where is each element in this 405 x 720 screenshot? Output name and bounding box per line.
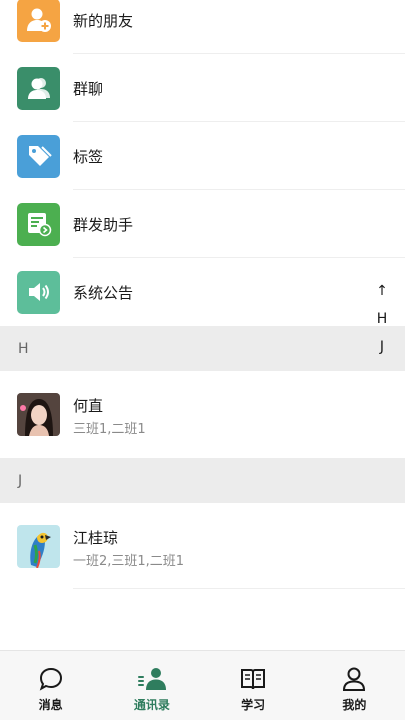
section-letter: H [18, 340, 29, 357]
section-header-j: J [0, 458, 405, 503]
tab-me[interactable]: 我的 [304, 651, 405, 720]
tab-label: 通讯录 [133, 698, 170, 712]
contact-classes: 一班2,三班1,二班1 [73, 554, 185, 569]
section-letter: J [18, 472, 23, 489]
add-friend-icon [17, 0, 60, 42]
announcement-row[interactable]: 系统公告 [0, 258, 405, 326]
contact-classes: 三班1,二班1 [73, 422, 146, 437]
tag-icon [17, 134, 60, 178]
tab-learning[interactable]: 学习 [203, 651, 304, 720]
group-chat-row[interactable]: 群聊 [0, 54, 405, 122]
divider [73, 588, 405, 589]
bottom-tab-bar: 消息 通讯录 学习 我的 [0, 650, 405, 720]
function-label: 群发助手 [73, 215, 134, 234]
index-letter-j[interactable]: J [380, 336, 384, 364]
function-label: 新的朋友 [73, 11, 134, 30]
tab-label: 学习 [241, 698, 266, 712]
broadcast-row[interactable]: 群发助手 [0, 190, 405, 258]
avatar [17, 525, 60, 568]
function-label: 群聊 [73, 79, 104, 98]
chat-bubble-icon [38, 666, 64, 692]
contacts-page: 新的朋友 群聊 标签 群发助手 系统公告 H 何直 三班1,二班1 J 江桂琼 … [0, 0, 405, 720]
tags-row[interactable]: 标签 [0, 122, 405, 190]
function-label: 标签 [73, 147, 104, 166]
function-label: 系统公告 [73, 283, 134, 302]
index-letter-h[interactable]: H [377, 308, 388, 336]
function-list: 新的朋友 群聊 标签 群发助手 系统公告 [0, 0, 405, 326]
alphabet-index-bar[interactable]: ↑ H J [374, 280, 390, 364]
tab-contacts[interactable]: 通讯录 [101, 651, 202, 720]
contact-name: 江桂琼 [73, 529, 119, 547]
contacts-icon [137, 666, 167, 692]
contact-row[interactable]: 江桂琼 一班2,三班1,二班1 [0, 503, 405, 589]
speaker-icon [17, 270, 60, 314]
group-chat-icon [17, 66, 60, 110]
contact-name: 何直 [73, 397, 104, 415]
index-top-arrow[interactable]: ↑ [376, 280, 388, 308]
broadcast-icon [17, 202, 60, 246]
tab-label: 消息 [38, 698, 63, 712]
contact-row[interactable]: 何直 三班1,二班1 [0, 371, 405, 457]
book-icon [240, 666, 266, 692]
new-friends-row[interactable]: 新的朋友 [0, 0, 405, 54]
section-header-h: H [0, 326, 405, 371]
avatar [17, 393, 60, 436]
person-icon [341, 666, 367, 692]
tab-messages[interactable]: 消息 [0, 651, 101, 720]
tab-label: 我的 [342, 698, 367, 712]
